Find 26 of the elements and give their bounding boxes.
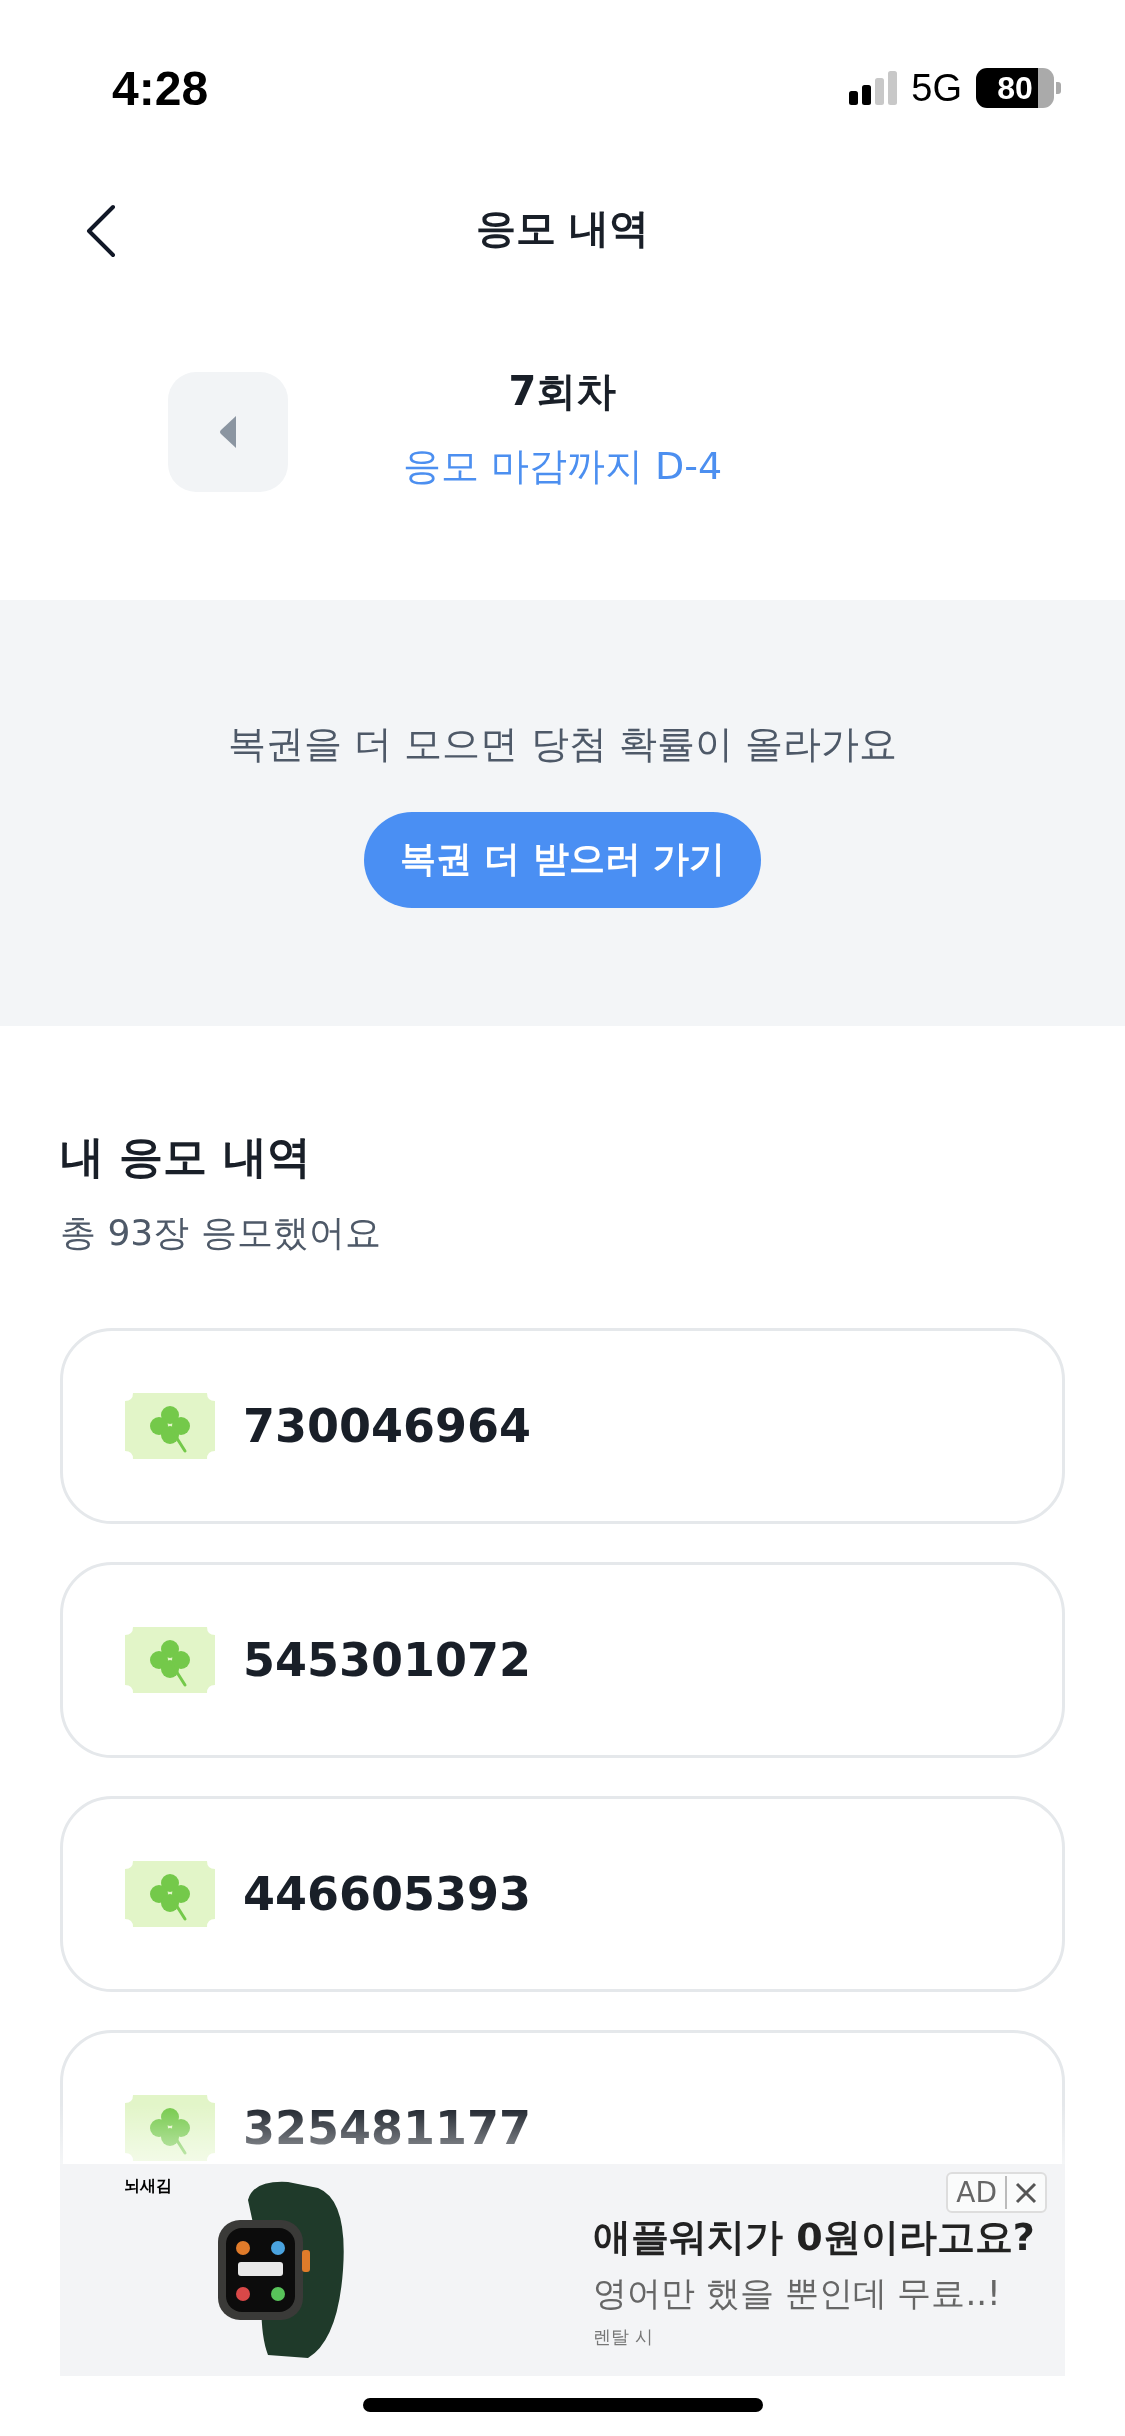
network-label: 5G <box>911 66 962 110</box>
get-more-tickets-button[interactable]: 복권 더 받으러 가기 <box>363 811 762 908</box>
clover-ticket-icon <box>125 1861 215 1927</box>
entry-count: 총 93장 응모했어요 <box>60 1211 382 1255</box>
promo-message: 복권을 더 모으면 당첨 확률이 올라가요 <box>228 720 897 768</box>
ad-headline: 애플워치가 0원이라고요? <box>593 2213 1035 2261</box>
deadline-text: 응모 마감까지 D-4 <box>402 443 723 490</box>
ticket-number: 545301072 <box>243 1633 532 1687</box>
status-time: 4:28 <box>112 60 209 116</box>
signal-icon <box>849 71 898 105</box>
ad-brand: 뇌새김 <box>124 2176 172 2197</box>
ad-note: 렌탈 시 <box>593 2324 654 2349</box>
clover-ticket-icon <box>125 1627 215 1693</box>
clover-ticket-icon <box>125 1393 215 1459</box>
ticket-number: 446605393 <box>243 1867 532 1921</box>
ad-label: AD <box>956 2176 1007 2209</box>
ad-description: 영어만 했을 뿐인데 무료..! <box>593 2271 1002 2315</box>
back-chevron-icon <box>84 204 118 258</box>
section-title: 내 응모 내역 <box>60 1130 312 1184</box>
ticket-number: 325481177 <box>243 2101 532 2155</box>
page-title: 응모 내역 <box>475 203 650 253</box>
round-title: 7회차 <box>508 367 617 416</box>
ticket-number: 730046964 <box>243 1399 532 1453</box>
left-triangle-icon <box>218 414 238 450</box>
close-icon[interactable] <box>1015 2181 1037 2204</box>
clover-ticket-icon <box>125 2095 215 2161</box>
